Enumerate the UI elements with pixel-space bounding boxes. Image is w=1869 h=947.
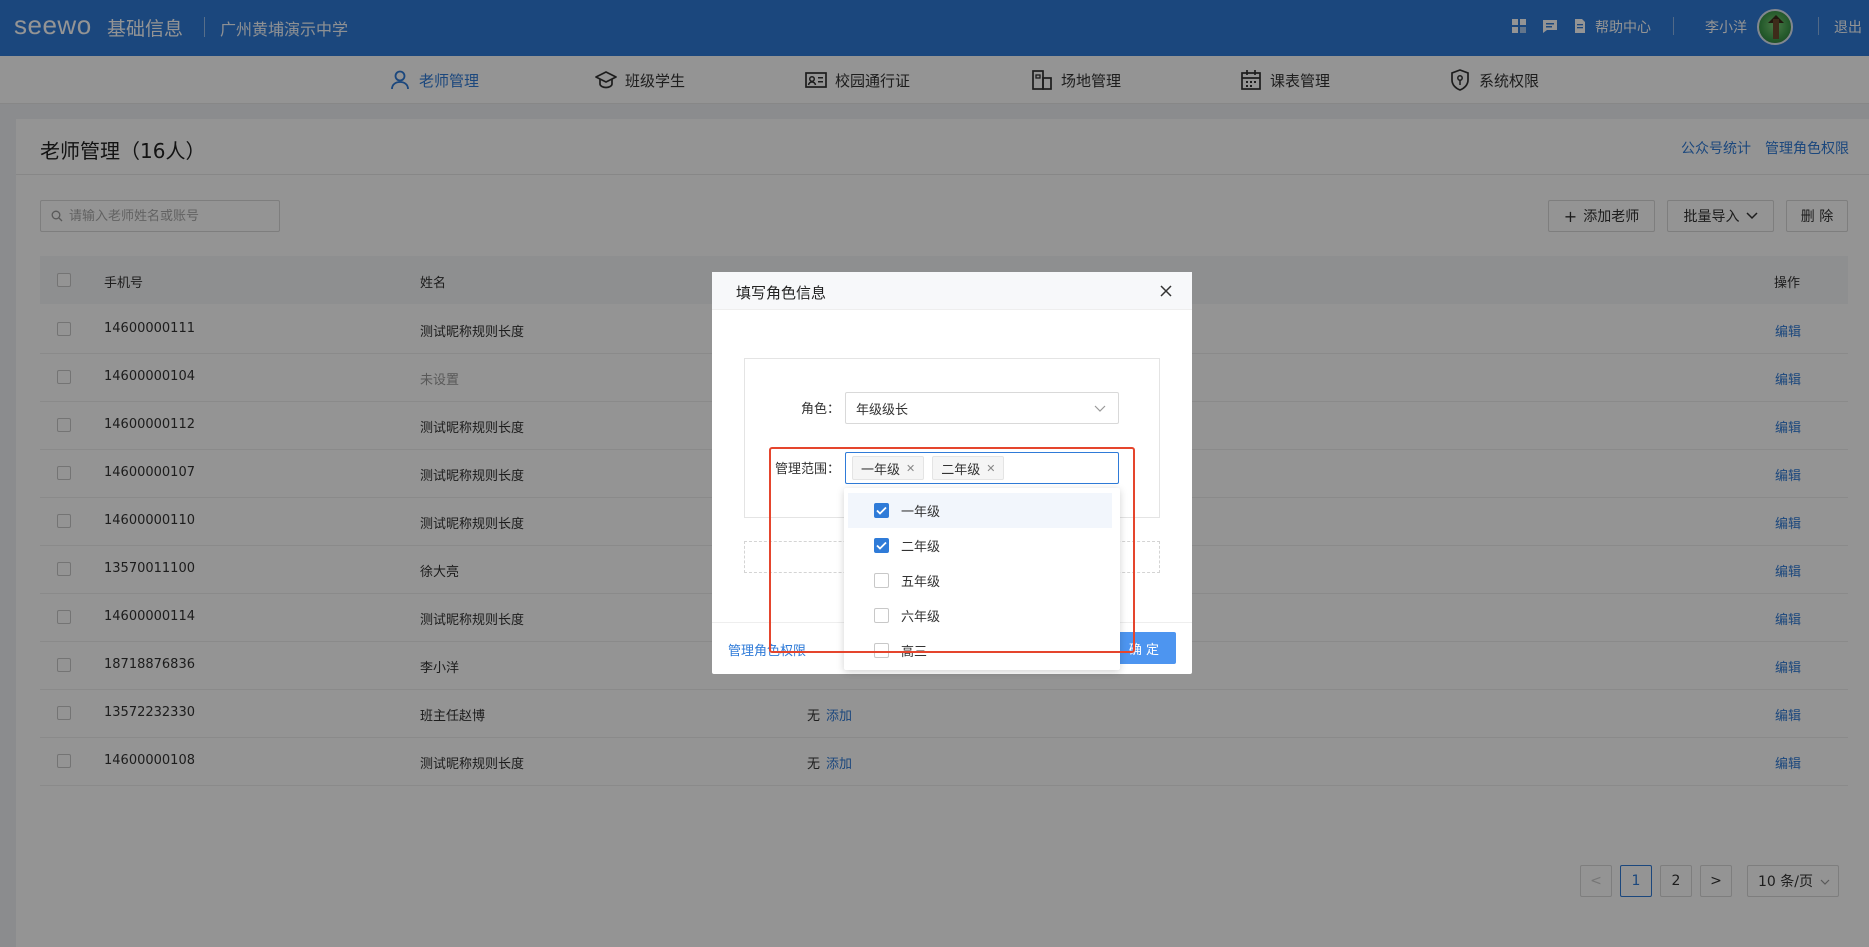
role-select-value: 年级级长 bbox=[856, 402, 909, 418]
role-select[interactable]: 年级级长 bbox=[845, 392, 1119, 424]
modal-header: 填写角色信息 bbox=[712, 272, 1192, 310]
close-icon[interactable] bbox=[1158, 283, 1174, 299]
annotation-highlight-box bbox=[769, 447, 1135, 653]
role-label: 角色： bbox=[801, 402, 841, 417]
modal-title: 填写角色信息 bbox=[736, 284, 827, 302]
chevron-down-icon bbox=[1094, 405, 1106, 412]
